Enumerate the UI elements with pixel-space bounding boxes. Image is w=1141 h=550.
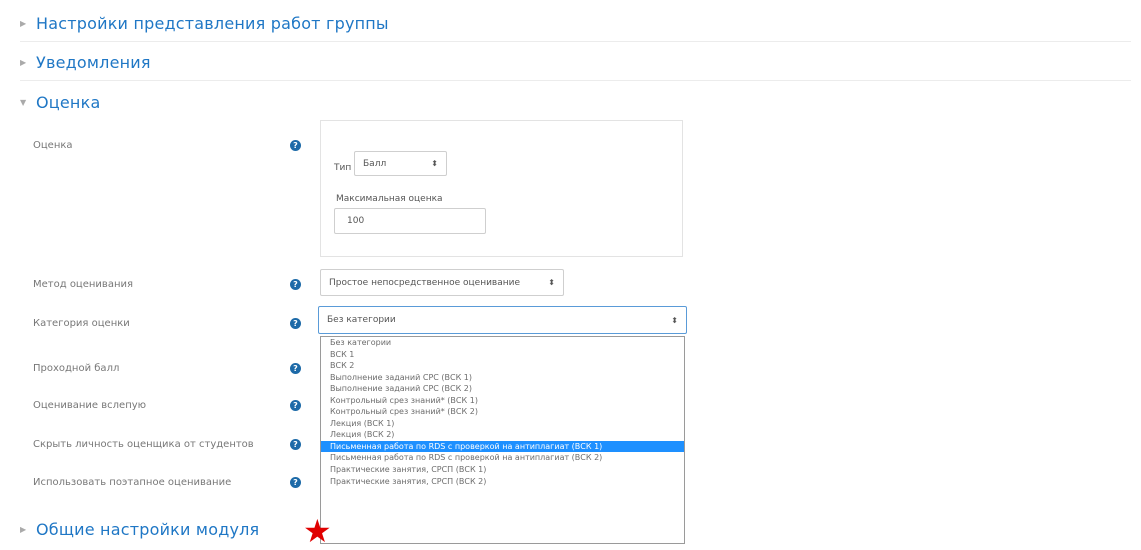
grading-method-label: Метод оценивания [33,279,134,290]
question-circle-icon[interactable]: ? [290,318,301,329]
chevron-right-icon: ▶ [20,524,27,534]
select-arrows-icon: ⬍ [548,278,555,287]
dropdown-option[interactable]: Лекция (ВСК 1) [321,418,684,430]
max-grade-label: Максимальная оценка [336,194,443,204]
section-module-settings[interactable]: ▶ Общие настройки модуля [20,514,1141,544]
section-title[interactable]: Общие настройки модуля [36,520,259,539]
question-circle-icon[interactable]: ? [290,477,301,488]
marking-workflow-label: Использовать поэтапное оценивание [33,477,232,488]
dropdown-option[interactable]: ВСК 2 [321,360,684,372]
grade-category-dropdown[interactable]: Без категории ВСК 1 ВСК 2 Выполнение зад… [320,336,685,544]
select-arrows-icon: ⬍ [671,315,678,325]
dropdown-option[interactable]: Контрольный срез знаний* (ВСК 2) [321,406,684,418]
section-title[interactable]: Оценка [36,93,100,112]
grading-method-select[interactable]: Простое непосредственное оценивание ⬍ [320,269,564,296]
question-circle-icon[interactable]: ? [290,439,301,450]
question-circle-icon[interactable]: ? [290,400,301,411]
pass-grade-label: Проходной балл [33,363,120,374]
grading-method-value: Простое непосредственное оценивание [329,277,521,288]
star-icon: ★ [303,512,332,550]
grade-type-value: Балл [363,158,387,169]
section-title[interactable]: Уведомления [36,53,151,72]
dropdown-option[interactable]: Письменная работа по RDS с проверкой на … [321,452,684,464]
section-group-submission[interactable]: ▶ Настройки представления работ группы [20,8,1141,38]
blind-marking-label: Оценивание вслепую [33,400,147,411]
grade-type-label: Тип [334,163,352,173]
question-circle-icon[interactable]: ? [290,363,301,374]
divider [20,80,1131,81]
chevron-right-icon: ▶ [20,18,27,28]
grade-box [320,120,683,257]
question-circle-icon[interactable]: ? [290,140,301,151]
chevron-right-icon: ▶ [20,57,27,67]
grade-category-select[interactable]: Без категории ⬍ [318,306,687,334]
section-notifications[interactable]: ▶ Уведомления [20,47,1141,77]
divider [20,41,1131,42]
dropdown-option-selected[interactable]: Письменная работа по RDS с проверкой на … [321,440,684,453]
dropdown-option[interactable]: ВСК 1 [321,349,684,361]
grade-type-select[interactable]: Балл ⬍ [354,151,447,176]
grade-category-label: Категория оценки [33,318,130,329]
dropdown-option[interactable]: Практические занятия, СРСП (ВСК 2) [321,476,684,488]
select-arrows-icon: ⬍ [431,159,438,168]
dropdown-option[interactable]: Без категории [321,337,684,349]
section-title[interactable]: Настройки представления работ группы [36,14,389,33]
dropdown-option[interactable]: Лекция (ВСК 2) [321,429,684,441]
dropdown-option[interactable]: Выполнение заданий СРС (ВСК 2) [321,383,684,395]
hide-grader-label: Скрыть личность оценщика от студентов [33,439,254,450]
dropdown-option[interactable]: Практические занятия, СРСП (ВСК 1) [321,464,684,476]
dropdown-option[interactable]: Выполнение заданий СРС (ВСК 1) [321,372,684,384]
grade-label: Оценка [33,140,73,151]
chevron-down-icon: ▼ [20,97,27,107]
question-circle-icon[interactable]: ? [290,279,301,290]
grade-category-value: Без категории [327,315,396,325]
max-grade-input[interactable]: 100 [334,208,486,234]
dropdown-option[interactable]: Контрольный срез знаний* (ВСК 1) [321,395,684,407]
section-grade[interactable]: ▼ Оценка [20,87,1141,117]
